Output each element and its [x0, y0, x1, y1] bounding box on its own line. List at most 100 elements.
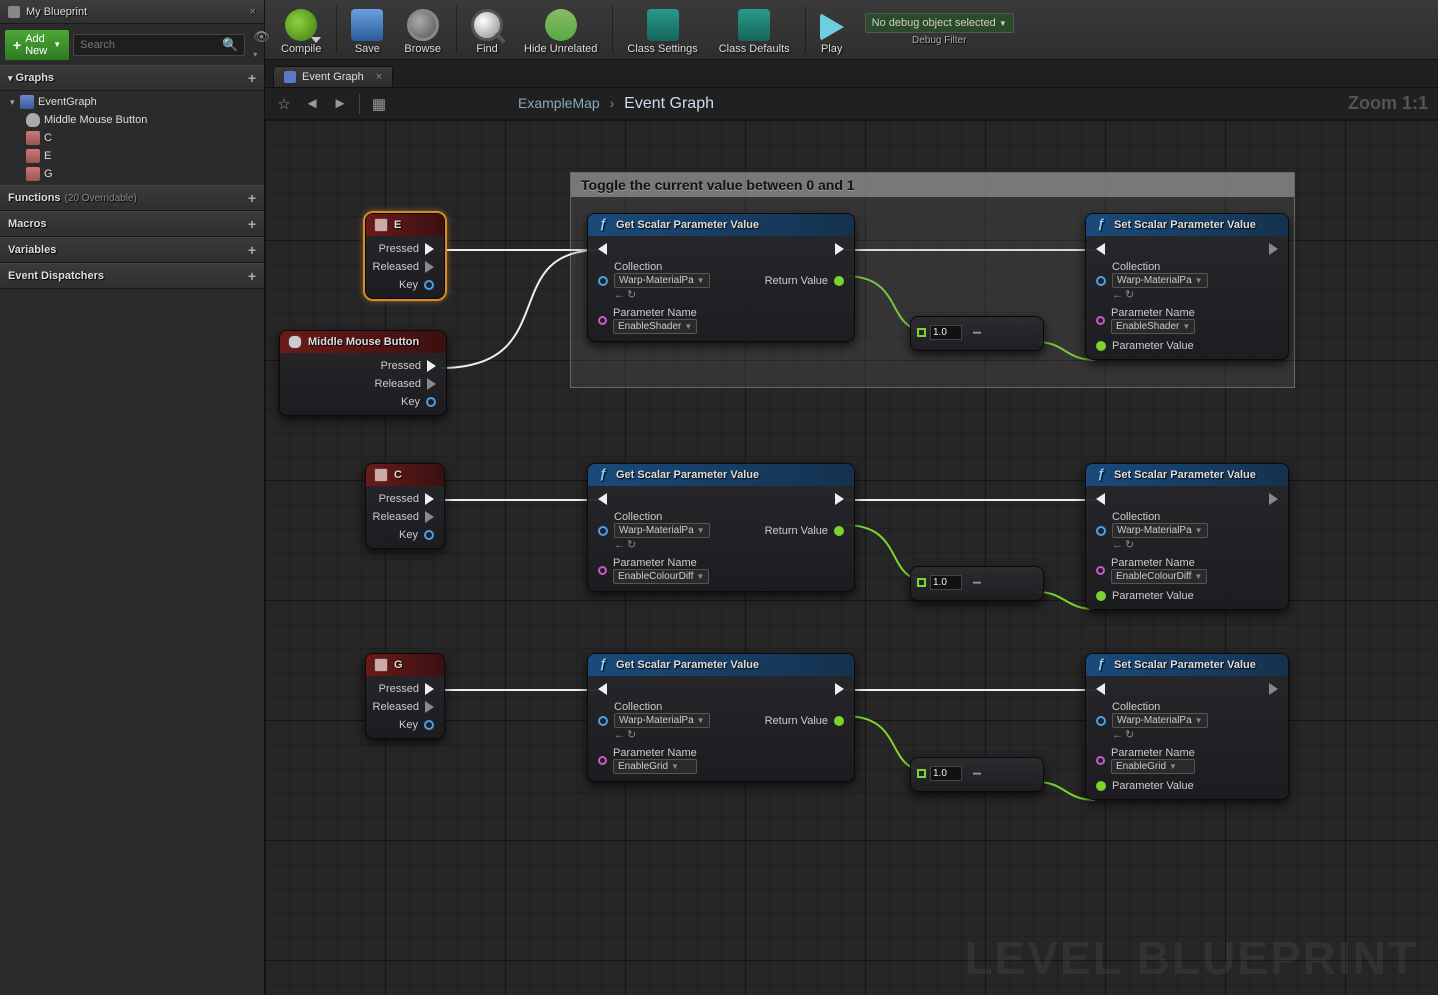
pin-exec-in[interactable]: [1096, 683, 1105, 695]
add-function-icon[interactable]: +: [248, 190, 256, 206]
close-tab-icon[interactable]: ×: [376, 71, 382, 83]
pin-parameter-name[interactable]: Parameter NameEnableGrid▼: [1096, 747, 1195, 774]
pin-parameter-value[interactable]: Parameter Value: [1096, 780, 1194, 792]
pin-collection[interactable]: CollectionWarp-MaterialPa▼ ←↻: [598, 261, 710, 301]
param-select[interactable]: EnableGrid▼: [1111, 759, 1195, 774]
pin-exec-out[interactable]: [835, 493, 844, 505]
pin-exec-in[interactable]: [1096, 493, 1105, 505]
pin-pressed[interactable]: Pressed: [381, 360, 436, 372]
cat-variables[interactable]: Variables+: [0, 237, 264, 263]
param-select[interactable]: EnableColourDiff▼: [1111, 569, 1207, 584]
node-subtract-1[interactable]: −: [910, 316, 1044, 351]
pin-return-value[interactable]: Return Value: [765, 275, 844, 287]
tree-eventgraph[interactable]: ▾EventGraph: [0, 93, 264, 111]
class-defaults-button[interactable]: Class Defaults: [709, 0, 801, 59]
collection-select[interactable]: Warp-MaterialPa▼: [1112, 273, 1208, 288]
pin-key[interactable]: Key: [399, 279, 434, 291]
cat-functions[interactable]: Functions(20 Overridable)+: [0, 185, 264, 211]
node-get-scalar-3[interactable]: Get Scalar Parameter Value CollectionWar…: [587, 653, 855, 782]
search-input[interactable]: [80, 39, 222, 51]
play-button[interactable]: Play: [810, 0, 855, 59]
add-variable-icon[interactable]: +: [248, 242, 256, 258]
node-key-c[interactable]: C Pressed Released Key: [365, 463, 445, 549]
find-button[interactable]: Find: [461, 0, 514, 59]
pin-exec-out[interactable]: [1269, 243, 1278, 255]
pin-pressed[interactable]: Pressed: [379, 243, 434, 255]
tree-e[interactable]: E: [0, 147, 264, 165]
add-graph-icon[interactable]: +: [248, 70, 256, 86]
pin-collection[interactable]: CollectionWarp-MaterialPa▼ ←↻: [1096, 701, 1208, 741]
pin-parameter-name[interactable]: Parameter NameEnableShader▼: [1096, 307, 1195, 334]
pin-parameter-value[interactable]: Parameter Value: [1096, 590, 1194, 602]
favorite-icon[interactable]: ☆: [275, 95, 293, 113]
pin-released[interactable]: Released: [373, 511, 434, 523]
pin-exec-out[interactable]: [1269, 493, 1278, 505]
comment-title[interactable]: Toggle the current value between 0 and 1: [571, 173, 1294, 197]
input-a[interactable]: [930, 325, 962, 340]
input-a[interactable]: [930, 766, 962, 781]
graph-canvas[interactable]: Toggle the current value between 0 and 1…: [265, 120, 1438, 995]
visibility-toggle[interactable]: 👁▾: [249, 29, 274, 60]
pin-parameter-name[interactable]: Parameter NameEnableGrid▼: [598, 747, 697, 774]
add-dispatcher-icon[interactable]: +: [248, 268, 256, 284]
pin-return-value[interactable]: Return Value: [765, 525, 844, 537]
close-icon[interactable]: ×: [250, 6, 256, 18]
pin-a[interactable]: [917, 328, 926, 337]
tree-c[interactable]: C: [0, 129, 264, 147]
pin-collection[interactable]: CollectionWarp-MaterialPa▼ ←↻: [1096, 511, 1208, 551]
pin-released[interactable]: Released: [375, 378, 436, 390]
collection-select[interactable]: Warp-MaterialPa▼: [1112, 523, 1208, 538]
param-select[interactable]: EnableColourDiff▼: [613, 569, 709, 584]
browse-button[interactable]: Browse: [394, 0, 452, 59]
breadcrumb-root[interactable]: ExampleMap: [518, 95, 600, 111]
pin-a[interactable]: [917, 578, 926, 587]
pin-key[interactable]: Key: [399, 719, 434, 731]
cat-graphs[interactable]: ▾Graphs+: [0, 65, 264, 91]
tree-mmb[interactable]: Middle Mouse Button: [0, 111, 264, 129]
pin-parameter-name[interactable]: Parameter NameEnableShader▼: [598, 307, 697, 334]
node-key-e[interactable]: E Pressed Released Key: [365, 213, 445, 299]
pin-collection[interactable]: CollectionWarp-MaterialPa▼ ←↻: [598, 511, 710, 551]
node-subtract-2[interactable]: −: [910, 566, 1044, 601]
add-new-button[interactable]: +Add New▼: [5, 30, 69, 60]
node-middle-mouse[interactable]: Middle Mouse Button Pressed Released Key: [279, 330, 447, 416]
collection-select[interactable]: Warp-MaterialPa▼: [614, 523, 710, 538]
hide-unrelated-button[interactable]: Hide Unrelated: [514, 0, 608, 59]
pin-collection[interactable]: CollectionWarp-MaterialPa▼ ←↻: [1096, 261, 1208, 301]
nav-graph-icon[interactable]: ▦: [370, 95, 388, 113]
node-set-scalar-3[interactable]: Set Scalar Parameter Value CollectionWar…: [1085, 653, 1289, 800]
param-select[interactable]: EnableGrid▼: [613, 759, 697, 774]
pin-parameter-name[interactable]: Parameter NameEnableColourDiff▼: [598, 557, 709, 584]
pin-parameter-value[interactable]: Parameter Value: [1096, 340, 1194, 352]
panel-tab[interactable]: My Blueprint ×: [0, 0, 264, 24]
pin-pressed[interactable]: Pressed: [379, 493, 434, 505]
node-get-scalar-2[interactable]: Get Scalar Parameter Value CollectionWar…: [587, 463, 855, 592]
pin-return-value[interactable]: Return Value: [765, 715, 844, 727]
pin-pressed[interactable]: Pressed: [379, 683, 434, 695]
class-settings-button[interactable]: Class Settings: [617, 0, 708, 59]
node-set-scalar-1[interactable]: Set Scalar Parameter Value CollectionWar…: [1085, 213, 1289, 360]
input-a[interactable]: [930, 575, 962, 590]
pin-key[interactable]: Key: [401, 396, 436, 408]
collection-select[interactable]: Warp-MaterialPa▼: [614, 713, 710, 728]
pin-exec-in[interactable]: [1096, 243, 1105, 255]
pin-key[interactable]: Key: [399, 529, 434, 541]
node-subtract-3[interactable]: −: [910, 757, 1044, 792]
node-set-scalar-2[interactable]: Set Scalar Parameter Value CollectionWar…: [1085, 463, 1289, 610]
pin-released[interactable]: Released: [373, 701, 434, 713]
nav-fwd-icon[interactable]: ►: [331, 95, 349, 113]
nav-back-icon[interactable]: ◄: [303, 95, 321, 113]
tree-g[interactable]: G: [0, 165, 264, 183]
pin-a[interactable]: [917, 769, 926, 778]
pin-exec-out[interactable]: [1269, 683, 1278, 695]
save-button[interactable]: Save: [341, 0, 394, 59]
node-get-scalar-1[interactable]: Get Scalar Parameter Value CollectionWar…: [587, 213, 855, 342]
node-key-g[interactable]: G Pressed Released Key: [365, 653, 445, 739]
cat-macros[interactable]: Macros+: [0, 211, 264, 237]
pin-released[interactable]: Released: [373, 261, 434, 273]
pin-parameter-name[interactable]: Parameter NameEnableColourDiff▼: [1096, 557, 1207, 584]
collection-select[interactable]: Warp-MaterialPa▼: [1112, 713, 1208, 728]
compile-button[interactable]: Compile: [271, 0, 332, 59]
pin-exec-in[interactable]: [598, 683, 607, 695]
param-select[interactable]: EnableShader▼: [1111, 319, 1195, 334]
